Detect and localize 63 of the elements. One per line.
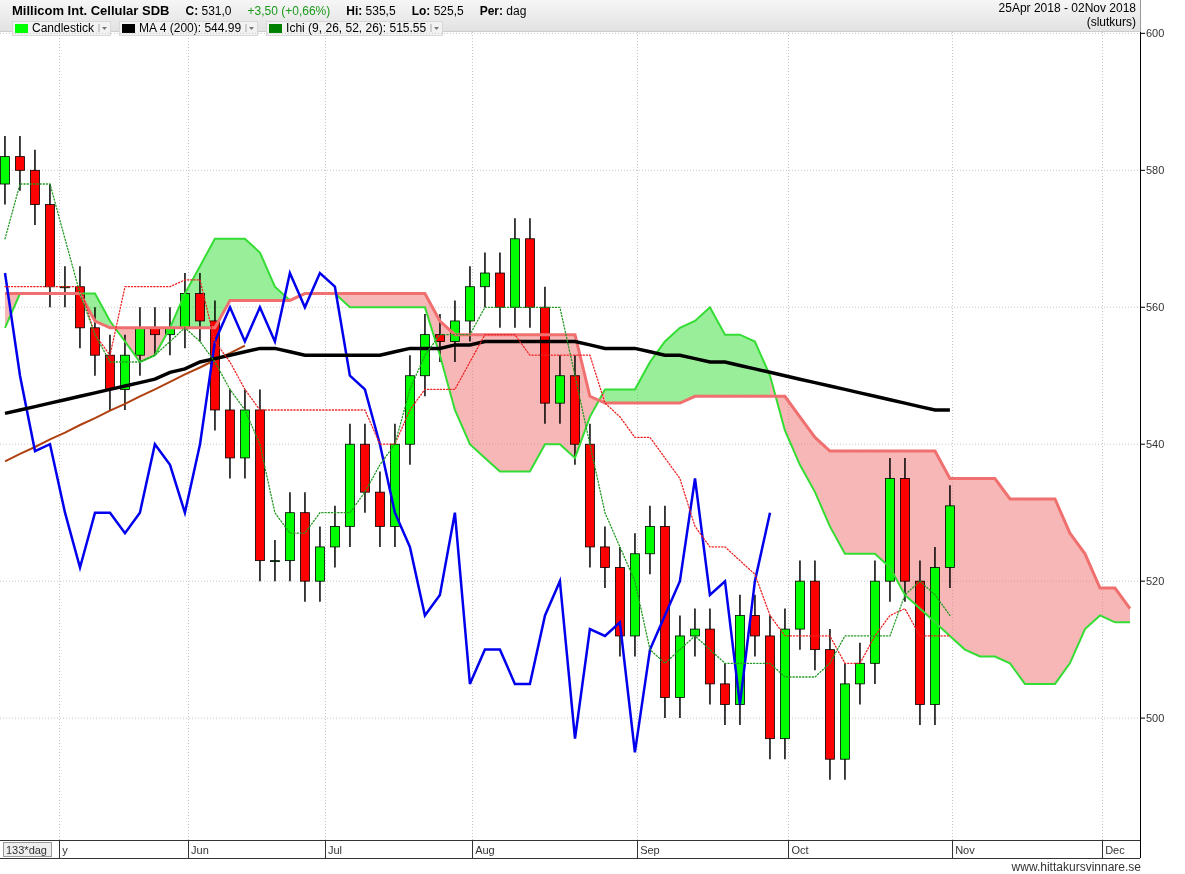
quote-value: dag <box>506 4 527 18</box>
axis-label: 560 <box>1146 301 1165 314</box>
candlestick <box>90 306 100 377</box>
candlestick <box>555 354 565 425</box>
axis-label: Sep <box>640 844 660 856</box>
legend-dropdown[interactable]: Ichi (9, 26, 52, 26): 515.55 <box>266 20 444 36</box>
candlestick <box>600 525 610 589</box>
candlestick <box>690 607 700 658</box>
axis-label: Oct <box>791 844 809 856</box>
website-text: www.hittakursvinnare.se <box>1011 860 1141 874</box>
legend-dropdown[interactable]: MA 4 (200): 544.99 <box>119 20 259 36</box>
axis-label: Aug <box>475 844 495 856</box>
cloud-fill <box>1114 588 1130 623</box>
period-selector[interactable]: 133*dag <box>3 842 52 857</box>
candlestick <box>855 642 865 706</box>
candlestick <box>60 265 70 308</box>
axis-label: y <box>62 844 68 856</box>
axis-label: Jun <box>191 844 209 856</box>
quote-value: 525,5 <box>433 4 464 18</box>
quote-label: Hi: <box>346 4 363 18</box>
candlestick <box>270 539 280 582</box>
cloud-fill <box>724 334 740 397</box>
axis-label: Nov <box>955 844 975 856</box>
axis-label: 540 <box>1146 438 1165 451</box>
cloud-fill <box>349 293 365 308</box>
candlestick <box>645 505 655 576</box>
quote-label: C: <box>185 4 199 18</box>
candlestick <box>720 662 730 726</box>
axis-label: 600 <box>1146 27 1165 40</box>
quote-value: 531,0 <box>201 4 232 18</box>
candlestick <box>480 251 490 308</box>
cloud-fill <box>394 293 410 308</box>
cloud-fill <box>739 334 755 397</box>
quote-value: 535,5 <box>365 4 396 18</box>
candlestick <box>750 594 760 658</box>
caret-icon <box>245 24 256 32</box>
candlestick <box>330 505 340 569</box>
candlestick <box>15 135 25 192</box>
candlestick <box>150 306 160 356</box>
cloud-fill <box>229 238 245 301</box>
axis-label: 500 <box>1146 712 1165 725</box>
candlestick <box>0 135 10 206</box>
quote-label: Per: <box>479 4 503 18</box>
candlestick <box>165 306 175 356</box>
axis-label: 520 <box>1146 575 1165 588</box>
date-range: 25Apr 2018 - 02Nov 2018 <box>998 1 1136 15</box>
price-change: +3,50 (+0,66%) <box>247 3 331 20</box>
caret-icon <box>98 24 109 32</box>
candlestick <box>195 272 205 343</box>
candlestick <box>135 306 145 377</box>
cloud-fill <box>379 293 395 308</box>
caret-icon <box>430 24 441 32</box>
axis-label: Dec <box>1105 844 1125 856</box>
candlestick <box>435 313 445 363</box>
price-basis: (slutkurs) <box>1085 15 1136 29</box>
cloud-fill <box>244 238 260 301</box>
chart-title: Millicom Int. Cellular SDB <box>12 2 170 20</box>
candlestick <box>450 299 460 363</box>
cloud-fill <box>364 293 380 308</box>
legend-dropdown[interactable]: Candlestick <box>12 20 112 36</box>
quote-label: Lo: <box>411 4 431 18</box>
axis-label: Jul <box>327 844 342 856</box>
axis-label: 580 <box>1146 164 1165 177</box>
